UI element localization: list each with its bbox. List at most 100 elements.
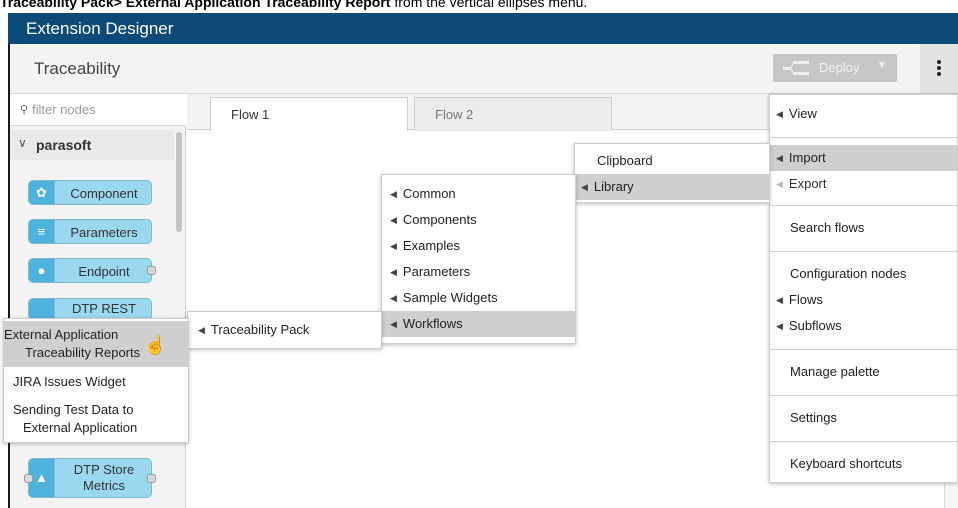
node-label: DTP REST xyxy=(71,301,137,316)
caption-rest: from the vertical ellipses menu. xyxy=(390,0,588,10)
menu-divider xyxy=(770,349,957,350)
menu-item-subflows[interactable]: ◀ Subflows xyxy=(770,313,957,339)
node-label: Endpoint xyxy=(78,264,130,279)
caret-left-icon: ◀ xyxy=(390,189,397,199)
caret-left-icon: ◀ xyxy=(776,109,783,119)
menu-item-label: Library xyxy=(593,179,634,194)
menu-item-label: Traceability Pack xyxy=(210,322,310,337)
menu-item-search-flows[interactable]: Search flows xyxy=(770,215,957,241)
screenshot: Traceability Pack> External Application … xyxy=(0,0,958,508)
menu-item-label: View xyxy=(788,106,817,121)
menu-item-label: Settings xyxy=(790,410,837,425)
menu-item-sending-test-data[interactable]: Sending Test Data to External Applicatio… xyxy=(4,397,188,441)
kebab-menu-button[interactable] xyxy=(920,44,958,93)
category-label: parasoft xyxy=(36,137,92,153)
menu-item-sample-widgets[interactable]: ◀ Sample Widgets xyxy=(382,285,575,311)
node-label: Component xyxy=(70,186,138,201)
menu-item-configuration-nodes[interactable]: Configuration nodes xyxy=(770,261,957,287)
menu-item-keyboard-shortcuts[interactable]: Keyboard shortcuts xyxy=(770,451,957,477)
menu-item-label: Components xyxy=(402,212,477,227)
workflows-submenu: ◀ Traceability Pack xyxy=(187,311,382,349)
menu-item-label: Parameters xyxy=(402,264,471,279)
menu-item-traceability-pack[interactable]: ◀ Traceability Pack xyxy=(188,317,381,343)
chevron-down-icon: ∨ xyxy=(18,136,27,150)
menu-item-clipboard[interactable]: Clipboard xyxy=(575,148,769,174)
caret-left-icon: ◀ xyxy=(390,241,397,251)
caret-left-icon: ◀ xyxy=(776,295,783,305)
kebab-icon xyxy=(937,60,941,64)
menu-item-components[interactable]: ◀ Components xyxy=(382,207,575,233)
instruction-caption: Traceability Pack> External Application … xyxy=(0,0,958,11)
node-label: Parameters xyxy=(70,225,138,240)
kebab-icon-dot xyxy=(937,66,941,70)
output-port[interactable] xyxy=(147,474,156,483)
parameters-icon: ≡ xyxy=(29,220,55,243)
palette-scrollbar[interactable] xyxy=(176,132,182,232)
menu-item-label-line-1: Sending Test Data to xyxy=(13,402,134,417)
component-icon: ✿ xyxy=(29,181,55,204)
filter-placeholder: filter nodes xyxy=(32,102,96,117)
deploy-label: Deploy xyxy=(819,60,860,75)
tab-flow-1[interactable]: Flow 1 xyxy=(210,97,408,131)
menu-item-label: Import xyxy=(788,150,826,165)
menu-item-label: Subflows xyxy=(788,318,842,333)
caret-left-icon: ◀ xyxy=(390,215,397,225)
caret-left-icon: ◀ xyxy=(390,319,397,329)
tab-flow-2[interactable]: Flow 2 xyxy=(414,97,612,131)
filter-nodes-input[interactable]: ⚲ filter nodes xyxy=(10,94,186,126)
menu-item-library[interactable]: ◀ Library xyxy=(575,174,769,200)
menu-item-examples[interactable]: ◀ Examples xyxy=(382,233,575,259)
globe-icon: ● xyxy=(29,259,55,282)
menu-divider xyxy=(770,441,957,442)
kebab-icon-dot xyxy=(937,72,941,76)
caret-left-icon: ◀ xyxy=(198,325,205,335)
menu-item-label: Keyboard shortcuts xyxy=(790,456,903,471)
menu-item-label: Workflows xyxy=(402,316,463,331)
node-label: DTP Store Metrics xyxy=(73,462,135,493)
palette-node-endpoint[interactable]: ● Endpoint xyxy=(28,258,156,283)
caret-left-icon: ◀ xyxy=(776,179,783,189)
menu-item-label: Sample Widgets xyxy=(402,290,498,305)
menu-item-flows[interactable]: ◀ Flows xyxy=(770,287,957,313)
menu-item-common[interactable]: ◀ Common xyxy=(382,181,575,207)
menu-divider xyxy=(770,205,957,206)
output-port[interactable] xyxy=(147,266,156,275)
palette-node-dtp-rest[interactable]: DTP REST xyxy=(28,298,152,320)
palette-node-parameters[interactable]: ≡ Parameters xyxy=(28,219,152,244)
menu-item-label-line-2: External Application xyxy=(23,420,138,435)
menu-item-label: Manage palette xyxy=(790,364,880,379)
menu-item-label: Configuration nodes xyxy=(790,266,907,281)
main-menu: ◀ View ◀ Import ◀ Export Search flows Confi… xyxy=(769,94,958,483)
caret-left-icon: ◀ xyxy=(581,182,588,192)
palette-sidebar: ⚲ filter nodes ∨ parasoft ✿ Component ≡ … xyxy=(10,94,186,508)
menu-item-settings[interactable]: Settings xyxy=(770,405,957,431)
menu-item-label: Examples xyxy=(402,238,460,253)
header-bar: Traceability Deploy ▼ xyxy=(10,44,958,94)
menu-item-label: Search flows xyxy=(790,220,865,235)
menu-item-import[interactable]: ◀ Import xyxy=(770,145,957,171)
menu-item-parameters[interactable]: ◀ Parameters xyxy=(382,259,575,285)
menu-item-export[interactable]: ◀ Export xyxy=(770,171,957,197)
library-submenu: ◀ Common ◀ Components ◀ Examples ◀ Parameter… xyxy=(381,174,576,344)
menu-item-label: JIRA Issues Widget xyxy=(13,374,126,389)
palette-node-dtp-store-metrics[interactable]: ▲ DTP Store Metrics xyxy=(24,458,156,498)
menu-item-workflows[interactable]: ◀ Workflows xyxy=(382,311,575,337)
caption-bold: Traceability Pack> External Application … xyxy=(0,0,391,10)
deploy-icon xyxy=(783,61,809,75)
menu-item-label: Flows xyxy=(788,292,823,307)
menu-item-label: Export xyxy=(788,176,827,191)
menu-item-manage-palette[interactable]: Manage palette xyxy=(770,359,957,385)
menu-item-view[interactable]: ◀ View xyxy=(770,101,957,127)
deploy-button[interactable]: Deploy ▼ xyxy=(773,54,897,82)
menu-item-jira-issues-widget[interactable]: JIRA Issues Widget xyxy=(4,369,188,395)
page-title: Traceability xyxy=(34,59,121,78)
palette-node-component[interactable]: ✿ Component xyxy=(28,180,152,205)
app-title: Extension Designer xyxy=(26,19,174,38)
rest-icon xyxy=(29,299,55,319)
caret-left-icon: ◀ xyxy=(390,267,397,277)
input-port[interactable] xyxy=(24,474,33,483)
app-title-bar: Extension Designer xyxy=(8,13,958,44)
palette-category-parasoft[interactable]: ∨ parasoft xyxy=(10,130,174,160)
chevron-down-icon[interactable]: ▼ xyxy=(877,60,887,71)
menu-divider xyxy=(770,395,957,396)
